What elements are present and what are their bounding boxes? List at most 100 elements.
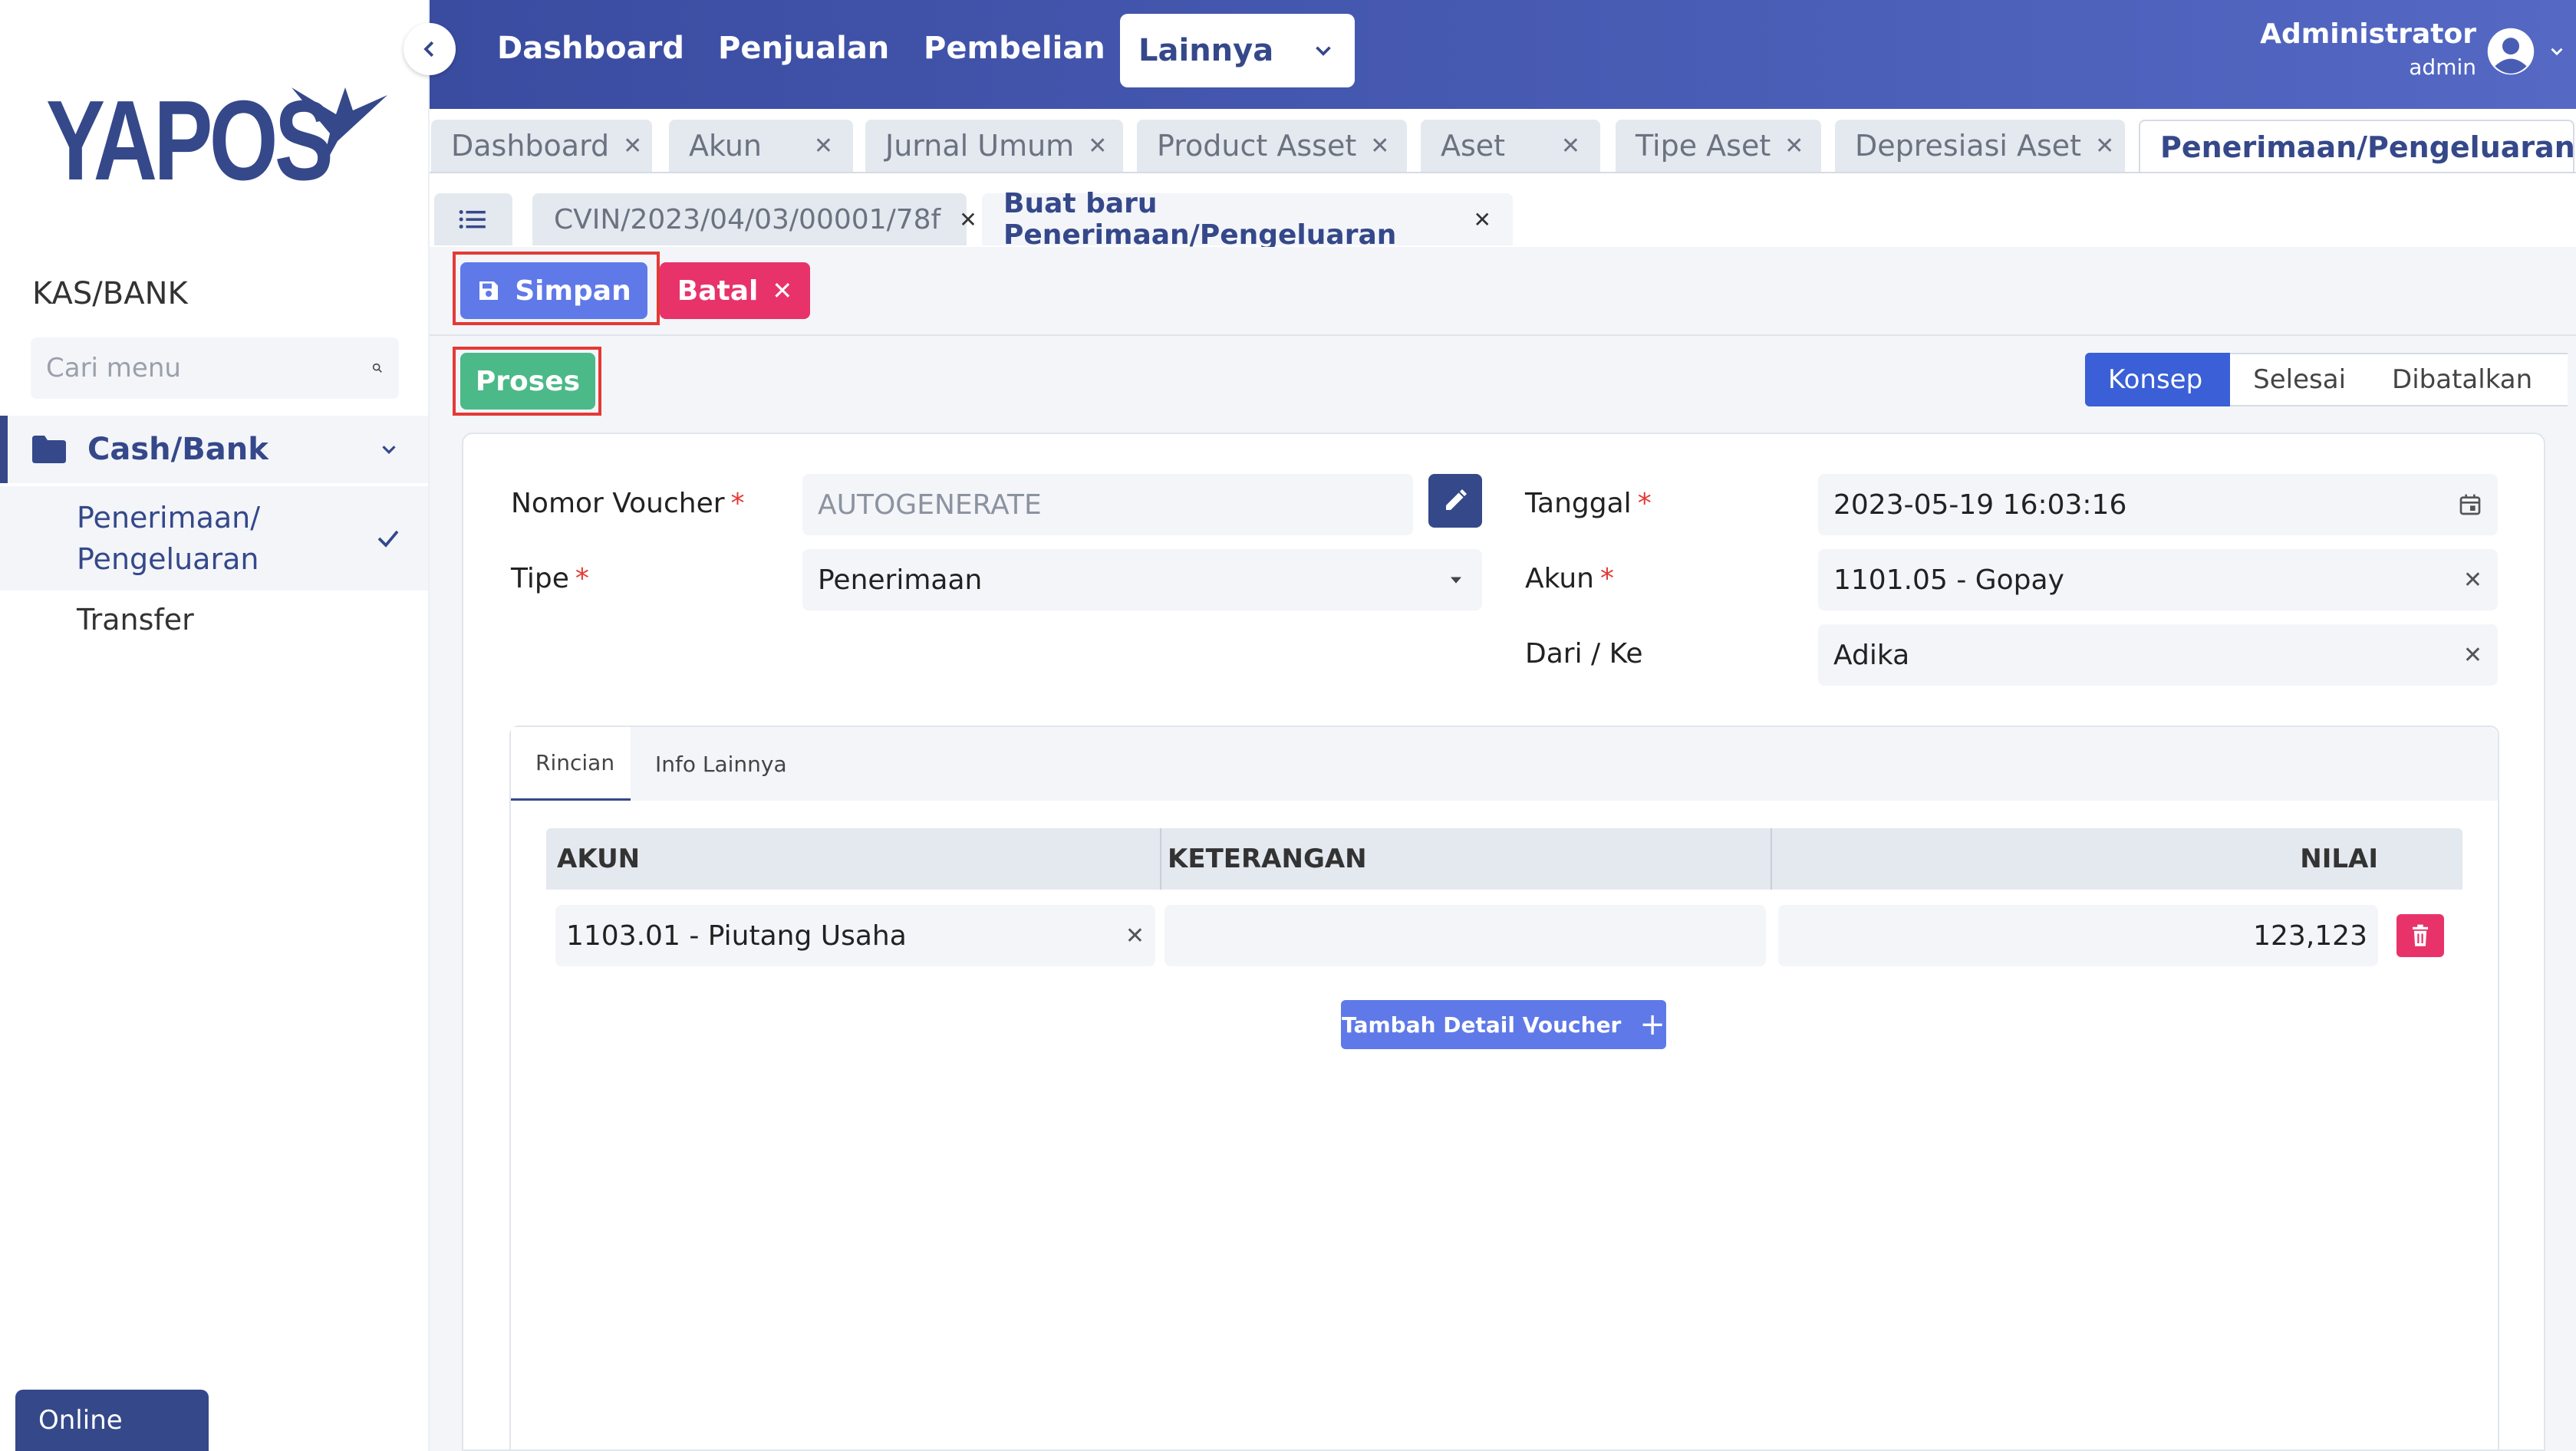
close-icon: ✕	[772, 276, 793, 305]
column-header-akun: AKUN	[557, 844, 641, 874]
clear-icon[interactable]: ✕	[1125, 923, 1145, 949]
highlight-save	[453, 252, 660, 325]
tab-aset[interactable]: Aset ✕	[1421, 120, 1600, 172]
close-icon[interactable]: ✕	[959, 207, 977, 232]
bird-logo-icon	[292, 87, 387, 172]
edit-voucher-number-button[interactable]	[1428, 474, 1482, 528]
search-icon[interactable]	[371, 354, 384, 382]
column-header-keterangan: KETERANGAN	[1168, 844, 1367, 874]
date-value: 2023-05-19 16:03:16	[1833, 489, 2127, 521]
status-step-konsep[interactable]: Konsep	[2085, 353, 2231, 406]
tab-label: Aset	[1441, 129, 1506, 163]
nav-dropdown-label: Lainnya	[1138, 33, 1274, 68]
close-icon[interactable]: ✕	[1370, 133, 1389, 160]
row-account-value: 1103.01 - Piutang Usaha	[566, 920, 907, 952]
add-detail-voucher-button[interactable]: Tambah Detail Voucher +	[1341, 1000, 1666, 1049]
chevron-down-icon	[382, 446, 396, 454]
label-text: Tanggal	[1525, 488, 1632, 519]
close-icon[interactable]: ✕	[1088, 133, 1107, 160]
tab-product-asset[interactable]: Product Asset ✕	[1137, 120, 1407, 172]
account-select[interactable]: 1101.05 - Gopay ✕	[1818, 549, 2498, 610]
tab-dashboard[interactable]: Dashboard ✕	[431, 120, 652, 172]
tab-label: Depresiasi Aset	[1855, 129, 2082, 163]
row-amount-input[interactable]: 123,123	[1778, 905, 2378, 966]
row-account-select[interactable]: 1103.01 - Piutang Usaha ✕	[555, 905, 1155, 966]
menu-search[interactable]	[31, 337, 399, 399]
subtab-label: CVIN/2023/04/03/00001/78f	[554, 203, 941, 235]
user-info[interactable]: Administrator admin	[2260, 18, 2476, 80]
delete-row-button[interactable]	[2396, 914, 2444, 957]
sidebar: YAPOS KAS/BANK Cash/Bank Penerimaan/ Pen…	[0, 0, 430, 1451]
app-logo[interactable]: YAPOS	[46, 84, 410, 198]
document-list-button[interactable]	[434, 193, 512, 245]
type-select[interactable]: Penerimaan	[802, 549, 1482, 610]
chevron-left-icon	[423, 41, 434, 58]
tab-label: Akun	[689, 129, 762, 163]
close-icon[interactable]: ✕	[623, 133, 642, 160]
clear-icon[interactable]: ✕	[2463, 642, 2482, 669]
tab-label: Tipe Aset	[1636, 129, 1771, 163]
subtab-voucher[interactable]: CVIN/2023/04/03/00001/78f ✕	[532, 193, 977, 245]
tab-jurnal-umum[interactable]: Jurnal Umum ✕	[865, 120, 1123, 172]
voucher-number-label: Nomor Voucher *	[511, 488, 745, 519]
account-label: Akun *	[1525, 563, 1614, 594]
online-status-badge[interactable]: Online	[15, 1390, 209, 1451]
column-header-nilai: NILAI	[2300, 844, 2378, 874]
cancel-button[interactable]: Batal ✕	[660, 262, 810, 319]
tab-label: Dashboard	[451, 129, 610, 163]
list-icon	[459, 209, 486, 229]
caret-down-icon	[1451, 577, 1461, 584]
close-icon[interactable]: ✕	[2095, 133, 2114, 160]
voucher-number-placeholder: AUTOGENERATE	[818, 489, 1042, 521]
check-icon	[377, 530, 399, 548]
date-label: Tanggal *	[1525, 488, 1652, 519]
status-step-selesai[interactable]: Selesai	[2230, 353, 2370, 406]
tab-label: Product Asset	[1157, 129, 1357, 163]
status-step-dibatalkan[interactable]: Dibatalkan	[2369, 353, 2568, 406]
tab-tipe-aset[interactable]: Tipe Aset ✕	[1616, 120, 1821, 172]
tab-info-lainnya[interactable]: Info Lainnya	[631, 727, 812, 801]
nav-dashboard[interactable]: Dashboard	[497, 31, 684, 66]
party-select[interactable]: Adika ✕	[1818, 624, 2498, 686]
tab-penerimaan-pengeluaran[interactable]: Penerimaan/Pengeluaran✕	[2139, 120, 2575, 173]
clear-icon[interactable]: ✕	[2463, 567, 2482, 594]
tab-depresiasi-aset[interactable]: Depresiasi Aset ✕	[1835, 120, 2125, 172]
close-icon[interactable]: ✕	[814, 133, 833, 160]
collapse-sidebar-button[interactable]	[404, 23, 456, 75]
type-label: Tipe *	[511, 563, 589, 594]
close-icon[interactable]: ✕	[1474, 207, 1491, 232]
date-field[interactable]: 2023-05-19 16:03:16	[1818, 474, 2498, 535]
row-note-input[interactable]	[1164, 905, 1766, 966]
chevron-down-icon[interactable]	[2547, 41, 2567, 61]
subtab-new-voucher[interactable]: Buat baru Penerimaan/Pengeluaran ✕	[982, 188, 1513, 251]
nav-pembelian[interactable]: Pembelian	[924, 31, 1105, 66]
party-label: Dari / Ke	[1525, 638, 1643, 670]
account-value: 1101.05 - Gopay	[1833, 564, 2064, 596]
close-icon[interactable]: ✕	[1561, 133, 1580, 160]
menu-group-label: Cash/Bank	[87, 432, 268, 467]
row-amount-value: 123,123	[2253, 920, 2367, 952]
party-value: Adika	[1833, 639, 1910, 671]
sidebar-item-transfer[interactable]: Transfer	[77, 603, 194, 637]
folder-icon	[32, 436, 66, 463]
required-mark: *	[730, 488, 745, 519]
menu-search-input[interactable]	[46, 353, 371, 383]
cancel-label: Batal	[677, 275, 759, 307]
menu-group-cash-bank[interactable]: Cash/Bank	[0, 416, 428, 483]
label-text: Akun	[1525, 563, 1594, 594]
nav-penjualan[interactable]: Penjualan	[718, 31, 889, 66]
voucher-number-field[interactable]: AUTOGENERATE	[802, 474, 1413, 535]
label-text: Nomor Voucher	[511, 488, 725, 519]
close-icon[interactable]: ✕	[1784, 133, 1804, 160]
chevron-down-icon	[1316, 46, 1331, 56]
tab-rincian[interactable]: Rincian	[511, 727, 631, 801]
tab-akun[interactable]: Akun ✕	[669, 120, 853, 172]
subtab-label: Buat baru Penerimaan/Pengeluaran	[1003, 188, 1397, 251]
calendar-icon[interactable]	[2458, 492, 2482, 517]
required-mark: *	[1600, 563, 1614, 594]
sidebar-item-penerimaan-pengeluaran[interactable]: Penerimaan/ Pengeluaran	[0, 486, 428, 591]
user-avatar-icon[interactable]	[2485, 26, 2536, 77]
sidebar-item-label: Penerimaan/ Pengeluaran	[77, 501, 261, 576]
nav-lainnya-dropdown[interactable]: Lainnya	[1120, 14, 1355, 87]
label-text: Tipe	[511, 563, 569, 594]
